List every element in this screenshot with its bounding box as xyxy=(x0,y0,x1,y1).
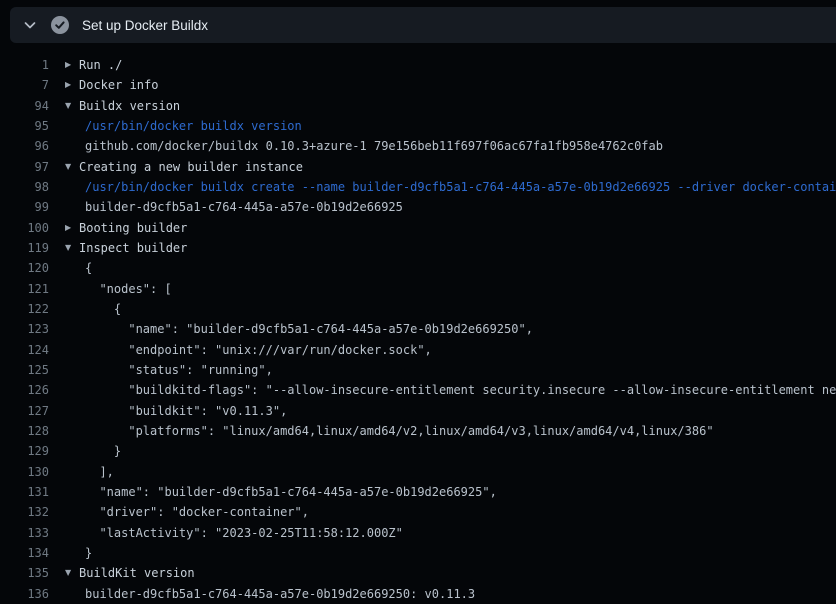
line-number-link[interactable]: 127 xyxy=(0,401,49,421)
log-row: 99 builder-d9cfb5a1-c764-445a-a57e-0b19d… xyxy=(0,197,836,217)
log-line-text: "driver": "docker-container", xyxy=(85,502,309,522)
log-row: 100 ▶ Booting builder xyxy=(0,218,836,238)
log-row: 95 /usr/bin/docker buildx version xyxy=(0,116,836,136)
group-expand-icon[interactable]: ▶ xyxy=(65,218,71,238)
actions-log-viewer: Set up Docker Buildx 1 ▶ Run ./ 7 ▶ Dock… xyxy=(0,0,836,604)
log-row: 136 builder-d9cfb5a1-c764-445a-a57e-0b19… xyxy=(0,584,836,604)
group-collapse-icon[interactable]: ▼ xyxy=(65,238,71,258)
line-number-link[interactable]: 95 xyxy=(0,116,49,136)
log-lines: 1 ▶ Run ./ 7 ▶ Docker info 94 ▼ Buildx v… xyxy=(0,55,836,604)
line-number-link[interactable]: 7 xyxy=(0,75,49,95)
log-line-text: /usr/bin/docker buildx version xyxy=(85,116,302,136)
line-number-link[interactable]: 96 xyxy=(0,136,49,156)
log-row: 98 /usr/bin/docker buildx create --name … xyxy=(0,177,836,197)
log-line-text: "platforms": "linux/amd64,linux/amd64/v2… xyxy=(85,421,714,441)
log-line-text: "buildkitd-flags": "--allow-insecure-ent… xyxy=(85,380,836,400)
log-line-text: /usr/bin/docker buildx create --name bui… xyxy=(85,177,836,197)
group-title[interactable]: BuildKit version xyxy=(79,563,195,583)
line-number-link[interactable]: 130 xyxy=(0,462,49,482)
log-row: 1 ▶ Run ./ xyxy=(0,55,836,75)
line-number-link[interactable]: 135 xyxy=(0,563,49,583)
group-title[interactable]: Run ./ xyxy=(79,55,122,75)
line-number-link[interactable]: 133 xyxy=(0,523,49,543)
line-number-link[interactable]: 125 xyxy=(0,360,49,380)
log-line-text: ], xyxy=(85,462,114,482)
log-line-text: "nodes": [ xyxy=(85,279,172,299)
line-number-link[interactable]: 119 xyxy=(0,238,49,258)
log-row: 129 } xyxy=(0,441,836,461)
log-line-text: github.com/docker/buildx 0.10.3+azure-1 … xyxy=(85,136,663,156)
log-row: 122 { xyxy=(0,299,836,319)
group-title[interactable]: Inspect builder xyxy=(79,238,187,258)
group-title[interactable]: Buildx version xyxy=(79,96,180,116)
group-expand-icon[interactable]: ▶ xyxy=(65,75,71,95)
line-number-link[interactable]: 124 xyxy=(0,340,49,360)
log-row: 135 ▼ BuildKit version xyxy=(0,563,836,583)
log-row: 130 ], xyxy=(0,462,836,482)
line-number-link[interactable]: 134 xyxy=(0,543,49,563)
group-collapse-icon[interactable]: ▼ xyxy=(65,563,71,583)
log-line-text: "status": "running", xyxy=(85,360,273,380)
log-line-text: "endpoint": "unix:///var/run/docker.sock… xyxy=(85,340,432,360)
line-number-link[interactable]: 136 xyxy=(0,584,49,604)
log-line-text: "lastActivity": "2023-02-25T11:58:12.000… xyxy=(85,523,403,543)
log-line-text: } xyxy=(85,543,92,563)
line-number-link[interactable]: 1 xyxy=(0,55,49,75)
line-number-link[interactable]: 128 xyxy=(0,421,49,441)
line-number-link[interactable]: 120 xyxy=(0,258,49,278)
group-title[interactable]: Booting builder xyxy=(79,218,187,238)
log-row: 123 "name": "builder-d9cfb5a1-c764-445a-… xyxy=(0,319,836,339)
log-line-text: { xyxy=(85,258,92,278)
group-collapse-icon[interactable]: ▼ xyxy=(65,96,71,116)
log-line-text: builder-d9cfb5a1-c764-445a-a57e-0b19d2e6… xyxy=(85,584,475,604)
log-row: 131 "name": "builder-d9cfb5a1-c764-445a-… xyxy=(0,482,836,502)
check-circle-icon xyxy=(51,16,69,34)
log-row: 127 "buildkit": "v0.11.3", xyxy=(0,401,836,421)
line-number-link[interactable]: 121 xyxy=(0,279,49,299)
log-row: 121 "nodes": [ xyxy=(0,279,836,299)
log-line-text: "name": "builder-d9cfb5a1-c764-445a-a57e… xyxy=(85,482,497,502)
line-number-link[interactable]: 94 xyxy=(0,96,49,116)
log-row: 97 ▼ Creating a new builder instance xyxy=(0,157,836,177)
log-row: 125 "status": "running", xyxy=(0,360,836,380)
log-row: 94 ▼ Buildx version xyxy=(0,96,836,116)
log-row: 119 ▼ Inspect builder xyxy=(0,238,836,258)
line-number-link[interactable]: 122 xyxy=(0,299,49,319)
log-line-text: } xyxy=(85,441,121,461)
group-title[interactable]: Docker info xyxy=(79,75,158,95)
log-line-text: builder-d9cfb5a1-c764-445a-a57e-0b19d2e6… xyxy=(85,197,403,217)
line-number-link[interactable]: 126 xyxy=(0,380,49,400)
group-title[interactable]: Creating a new builder instance xyxy=(79,157,303,177)
log-row: 128 "platforms": "linux/amd64,linux/amd6… xyxy=(0,421,836,441)
log-row: 132 "driver": "docker-container", xyxy=(0,502,836,522)
line-number-link[interactable]: 131 xyxy=(0,482,49,502)
group-collapse-icon[interactable]: ▼ xyxy=(65,157,71,177)
line-number-link[interactable]: 100 xyxy=(0,218,49,238)
log-row: 96 github.com/docker/buildx 0.10.3+azure… xyxy=(0,136,836,156)
group-expand-icon[interactable]: ▶ xyxy=(65,55,71,75)
log-row: 134 } xyxy=(0,543,836,563)
line-number-link[interactable]: 132 xyxy=(0,502,49,522)
chevron-down-icon[interactable] xyxy=(22,17,38,33)
line-number-link[interactable]: 97 xyxy=(0,157,49,177)
log-row: 120 { xyxy=(0,258,836,278)
line-number-link[interactable]: 123 xyxy=(0,319,49,339)
line-number-link[interactable]: 98 xyxy=(0,177,49,197)
line-number-link[interactable]: 129 xyxy=(0,441,49,461)
log-row: 7 ▶ Docker info xyxy=(0,75,836,95)
step-title: Set up Docker Buildx xyxy=(82,18,208,33)
log-line-text: { xyxy=(85,299,121,319)
line-number-link[interactable]: 99 xyxy=(0,197,49,217)
log-row: 133 "lastActivity": "2023-02-25T11:58:12… xyxy=(0,523,836,543)
log-line-text: "name": "builder-d9cfb5a1-c764-445a-a57e… xyxy=(85,319,533,339)
step-header[interactable]: Set up Docker Buildx xyxy=(10,7,836,43)
log-row: 124 "endpoint": "unix:///var/run/docker.… xyxy=(0,340,836,360)
log-row: 126 "buildkitd-flags": "--allow-insecure… xyxy=(0,380,836,400)
log-line-text: "buildkit": "v0.11.3", xyxy=(85,401,287,421)
